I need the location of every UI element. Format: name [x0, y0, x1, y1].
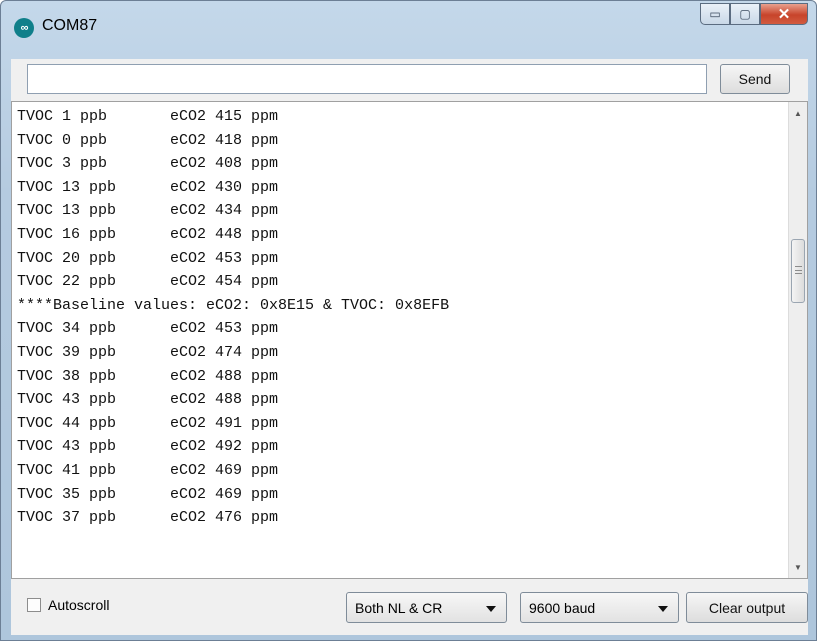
autoscroll-checkbox[interactable] [27, 598, 41, 612]
window-controls: ▭ ▢ ✕ [700, 3, 808, 25]
title-bar[interactable]: ∞ COM87 ▭ ▢ ✕ [1, 1, 816, 53]
serial-monitor-window: ∞ COM87 ▭ ▢ ✕ Send TVOC 1 ppb eCO2 415 p… [0, 0, 817, 641]
grip-icon [795, 266, 802, 274]
close-icon: ✕ [777, 6, 791, 23]
output-line: TVOC 13 ppb eCO2 430 ppm [17, 178, 279, 196]
output-line: TVOC 41 ppb eCO2 469 ppm [17, 461, 279, 479]
output-line: TVOC 43 ppb eCO2 492 ppm [17, 438, 279, 456]
chevron-down-icon [486, 606, 496, 612]
baud-rate-value: 9600 baud [529, 599, 596, 616]
autoscroll-label: Autoscroll [48, 597, 110, 613]
serial-input[interactable] [27, 64, 707, 94]
output-line: TVOC 22 ppb eCO2 454 ppm [17, 273, 279, 291]
scrollbar-thumb[interactable] [791, 239, 805, 303]
autoscroll-toggle[interactable]: Autoscroll [27, 597, 109, 613]
output-line: TVOC 13 ppb eCO2 434 ppm [17, 202, 279, 220]
maximize-button[interactable]: ▢ [730, 3, 760, 25]
output-line: TVOC 20 ppb eCO2 453 ppm [17, 249, 279, 267]
line-ending-value: Both NL & CR [355, 599, 443, 616]
output-line: ****Baseline values: eCO2: 0x8E15 & TVOC… [17, 296, 450, 314]
output-line: TVOC 3 ppb eCO2 408 ppm [17, 155, 279, 173]
output-line: TVOC 38 ppb eCO2 488 ppm [17, 367, 279, 385]
output-line: TVOC 39 ppb eCO2 474 ppm [17, 343, 279, 361]
output-line: TVOC 43 ppb eCO2 488 ppm [17, 391, 279, 409]
serial-output-area[interactable]: TVOC 1 ppb eCO2 415 ppm TVOC 0 ppb eCO2 4… [11, 101, 808, 579]
arduino-icon: ∞ [14, 18, 34, 38]
output-line: TVOC 0 ppb eCO2 418 ppm [17, 131, 279, 149]
output-line: TVOC 16 ppb eCO2 448 ppm [17, 225, 279, 243]
vertical-scrollbar[interactable]: ▲ ▼ [788, 102, 807, 578]
chevron-down-icon [658, 606, 668, 612]
serial-output-text: TVOC 1 ppb eCO2 415 ppm TVOC 0 ppb eCO2 4… [17, 105, 782, 530]
send-row: Send [11, 59, 808, 101]
line-ending-select[interactable]: Both NL & CR [346, 592, 507, 623]
output-line: TVOC 1 ppb eCO2 415 ppm [17, 108, 279, 125]
output-line: TVOC 34 ppb eCO2 453 ppm [17, 320, 279, 338]
scroll-up-arrow-icon[interactable]: ▲ [789, 104, 807, 122]
output-line: TVOC 37 ppb eCO2 476 ppm [17, 509, 279, 527]
window-title: COM87 [42, 17, 98, 34]
footer-bar: Autoscroll Both NL & CR 9600 baud Clear … [11, 579, 808, 635]
send-button[interactable]: Send [720, 64, 790, 94]
close-button[interactable]: ✕ [760, 3, 808, 25]
baud-rate-select[interactable]: 9600 baud [520, 592, 679, 623]
minimize-button[interactable]: ▭ [700, 3, 730, 25]
minimize-icon: ▭ [709, 7, 721, 21]
output-line: TVOC 35 ppb eCO2 469 ppm [17, 485, 279, 503]
clear-output-button[interactable]: Clear output [686, 592, 808, 623]
maximize-icon: ▢ [739, 7, 751, 21]
output-line: TVOC 44 ppb eCO2 491 ppm [17, 414, 279, 432]
scroll-down-arrow-icon[interactable]: ▼ [789, 558, 807, 576]
